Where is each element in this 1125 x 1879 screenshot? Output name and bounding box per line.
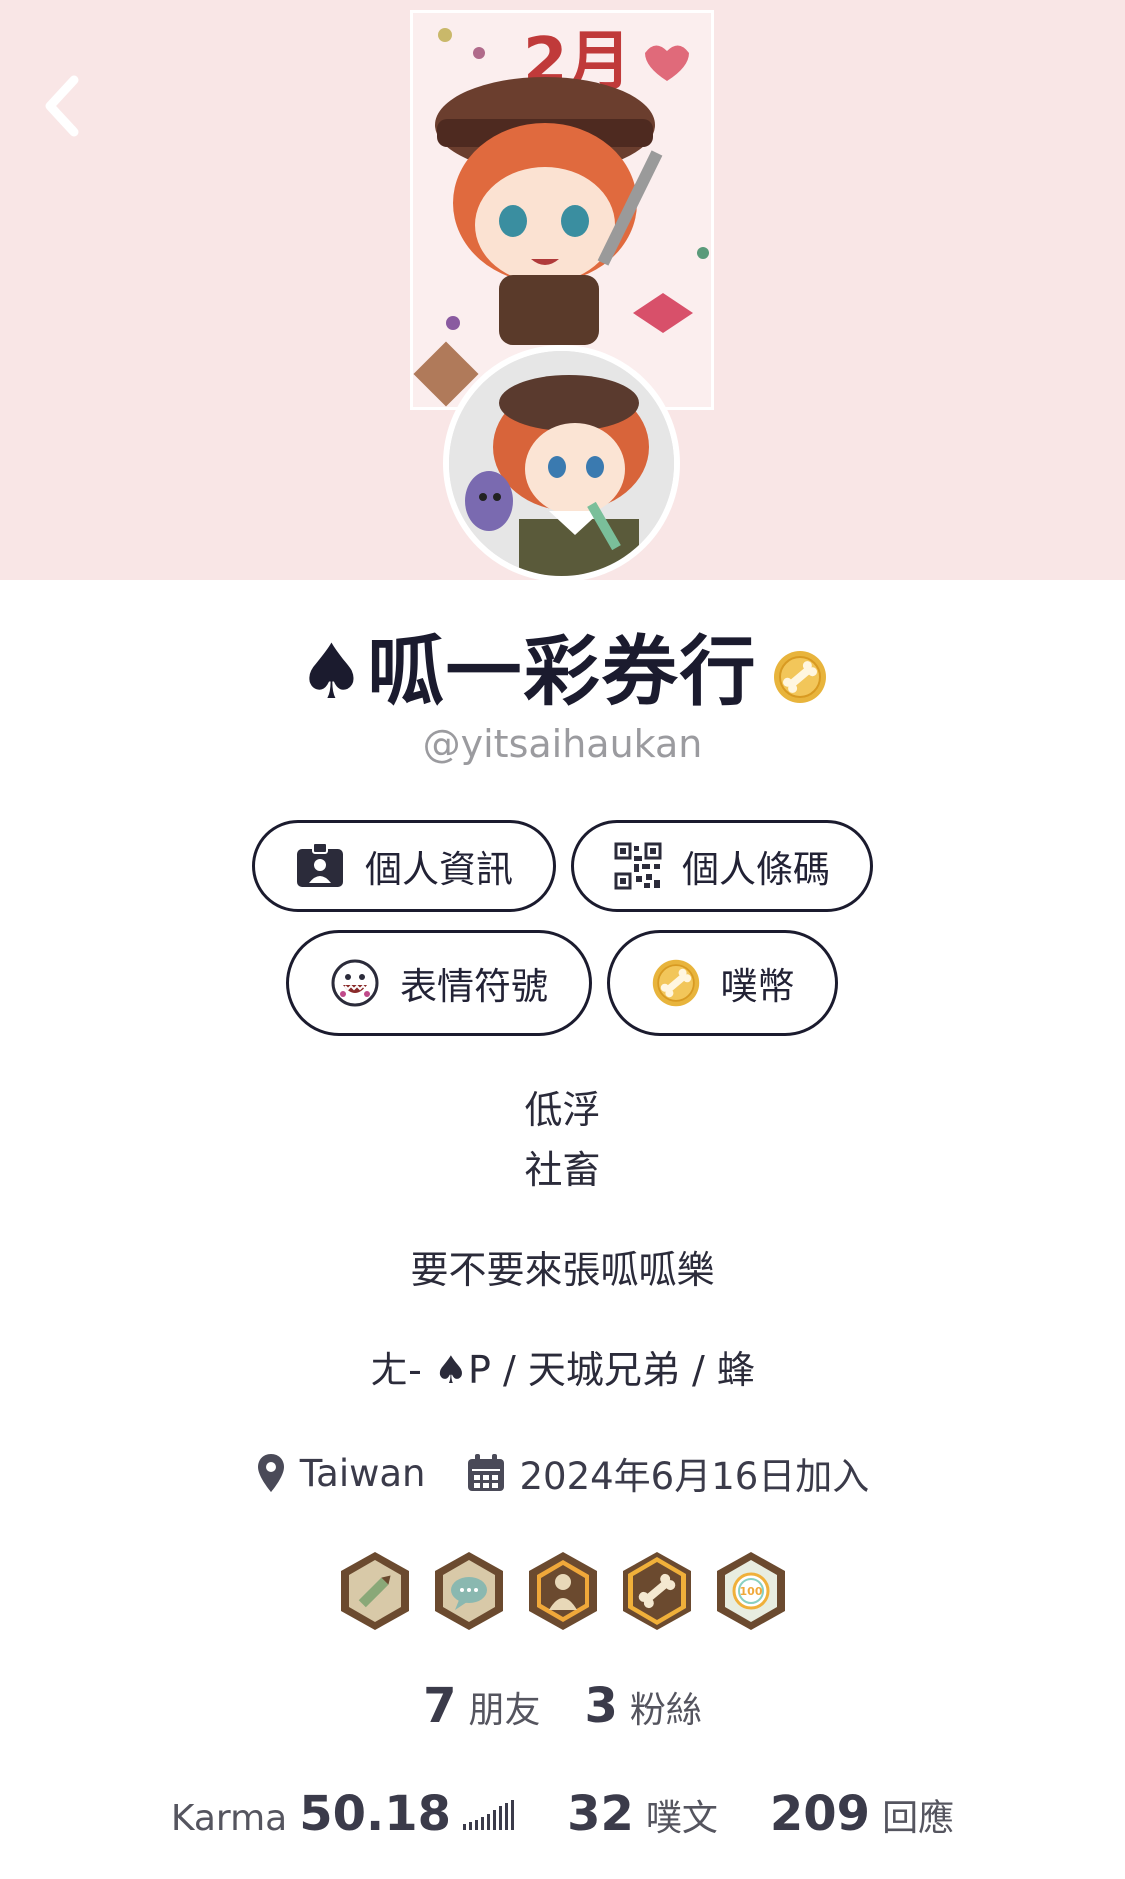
bio-line-2: 社畜 [524, 1148, 601, 1192]
fans-stat[interactable]: 3 粉絲 [585, 1678, 702, 1734]
friends-stat[interactable]: 7 朋友 [423, 1678, 540, 1734]
friends-label: 朋友 [468, 1690, 541, 1731]
location: Taiwan [256, 1452, 426, 1495]
user-handle: @yitsaihaukan [422, 722, 703, 766]
avatar[interactable] [443, 345, 680, 580]
activity-stats: Karma 50.18 32 噗文 209 回應 [0, 1786, 1125, 1842]
fans-label: 粉絲 [629, 1690, 702, 1731]
karma-value: 50.18 [299, 1786, 452, 1842]
coins-label: 噗幣 [720, 965, 795, 1008]
replies-stat[interactable]: 209 回應 [770, 1786, 954, 1842]
display-name-row: ♠呱一彩券行 [0, 628, 1125, 716]
karma-label: Karma [170, 1798, 288, 1839]
chevron-left-icon [45, 75, 79, 137]
plurks-count: 32 [567, 1786, 634, 1842]
profile-header: 2月 [0, 0, 1125, 580]
barcode-label: 個人條碼 [682, 848, 830, 891]
chat-badge-icon[interactable] [433, 1550, 505, 1632]
emoticons-button[interactable]: 表情符號 [286, 930, 592, 1036]
hundred-badge-icon[interactable]: 100 [715, 1550, 787, 1632]
karma-trend-icon [463, 1800, 515, 1830]
join-date: 2024年6月16日加入 [466, 1446, 870, 1500]
coin-icon [652, 959, 699, 1007]
hundred-badge-text: 100 [739, 1585, 762, 1598]
bio-line-1: 低浮 [524, 1088, 601, 1132]
replies-count: 209 [769, 1786, 871, 1842]
bio-line-3: 要不要來張呱呱樂 [410, 1248, 715, 1292]
profile-info-label: 個人資訊 [365, 848, 513, 891]
display-name: ♠呱一彩券行 [297, 627, 758, 716]
emoticon-face-icon [331, 959, 379, 1007]
bone-badge-icon[interactable] [621, 1550, 693, 1632]
avatar-illustration [449, 351, 674, 576]
bio-line-4: ㄤ- ♠P / 天城兄弟 / 蜂 [370, 1348, 755, 1392]
profile-info-button[interactable]: 個人資訊 [252, 820, 556, 912]
profile-badge-icon[interactable] [527, 1550, 599, 1632]
plurks-stat[interactable]: 32 噗文 [567, 1786, 718, 1842]
pencil-badge-icon[interactable] [339, 1550, 411, 1632]
replies-label: 回應 [882, 1798, 955, 1839]
emoticons-label: 表情符號 [400, 965, 548, 1008]
id-card-icon [297, 843, 343, 887]
coins-button[interactable]: 噗幣 [607, 930, 838, 1036]
fans-count: 3 [584, 1678, 618, 1734]
back-button[interactable] [38, 70, 90, 142]
join-date-text: 2024年6月16日加入 [519, 1455, 870, 1498]
plurks-label: 噗文 [645, 1798, 718, 1839]
friends-count: 7 [423, 1678, 457, 1734]
calendar-icon [467, 1454, 504, 1491]
qr-code-icon [614, 842, 662, 890]
location-pin-icon [257, 1454, 284, 1492]
location-text: Taiwan [299, 1451, 426, 1495]
karma-stat[interactable]: Karma 50.18 [171, 1786, 515, 1842]
coin-badge-icon [773, 651, 826, 703]
barcode-button[interactable]: 個人條碼 [571, 820, 873, 912]
social-stats: 7 朋友 3 粉絲 [0, 1678, 1125, 1734]
achievement-badges: 100 [0, 1550, 1125, 1632]
profile-meta: Taiwan 2024年6月16日加入 [0, 1446, 1125, 1500]
